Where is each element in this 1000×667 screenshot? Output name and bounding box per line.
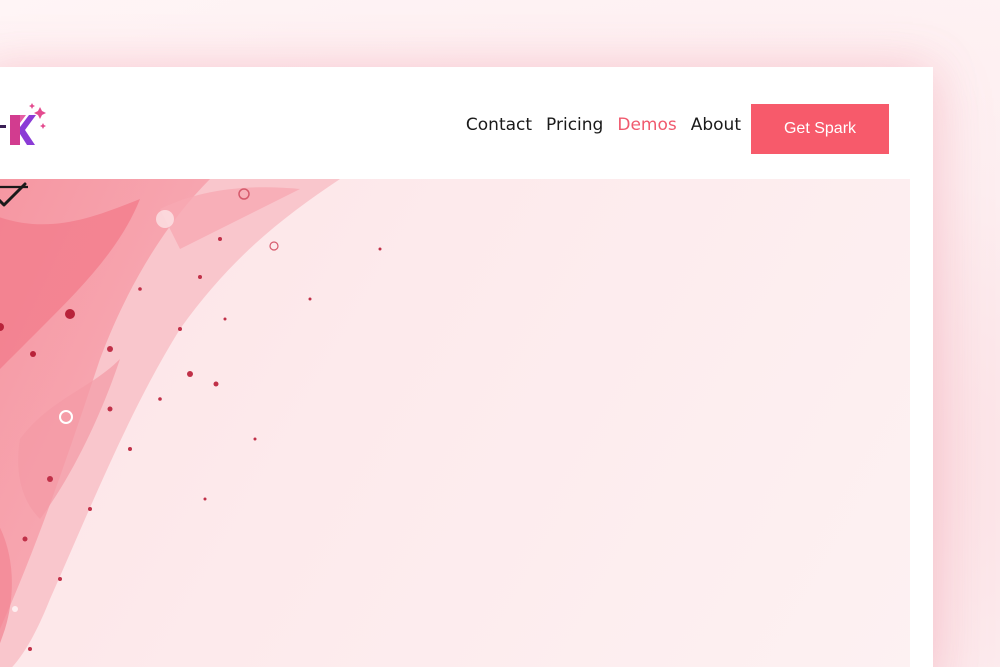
hero-section [0,179,910,667]
website-preview: Contact Pricing Demos About Get Spark [0,67,933,667]
nav-link-pricing[interactable]: Pricing [546,115,603,135]
nav-link-about[interactable]: About [691,115,741,135]
page-background: Contact Pricing Demos About Get Spark [0,0,1000,667]
sparkle-logo-icon[interactable] [0,101,58,151]
nav-link-contact[interactable]: Contact [466,115,532,135]
pink-marble-background [0,179,382,667]
arrow-left-icon [0,185,28,189]
get-spark-button[interactable]: Get Spark [751,104,889,154]
nav-links: Contact Pricing Demos About [466,115,741,135]
nav-link-demos[interactable]: Demos [617,115,676,135]
navigation-bar: Contact Pricing Demos About Get Spark [0,67,933,179]
